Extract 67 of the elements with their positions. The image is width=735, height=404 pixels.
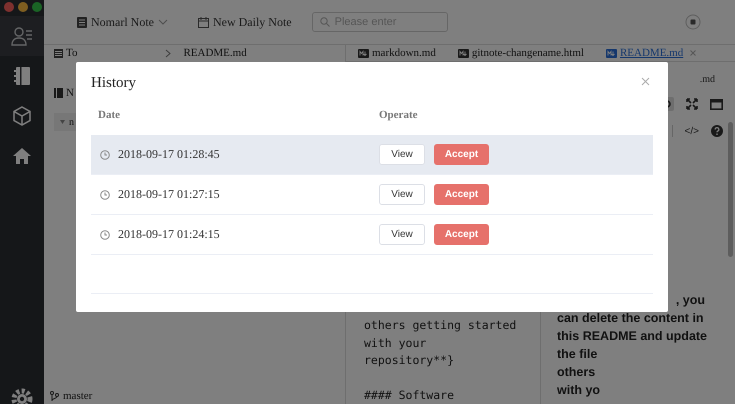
search-icon [320,17,330,27]
accept-button[interactable]: Accept [434,184,489,205]
window-icon[interactable] [710,98,723,110]
file-icon [358,48,369,58]
list-icon [54,48,63,58]
accept-button[interactable]: Accept [434,224,489,245]
settings-icon[interactable] [11,388,33,404]
todo-crumb[interactable]: To [54,47,78,59]
history-row[interactable]: 2018-09-17 01:28:45 View Accept [91,135,653,175]
code-line: others getting started [364,318,516,332]
close-window-icon[interactable] [4,2,14,12]
code-view-button[interactable]: </> [684,126,699,136]
cube-icon[interactable] [12,106,32,126]
calendar-icon [198,16,209,28]
contacts-icon[interactable] [11,25,33,47]
notebook-icon [54,88,63,98]
caret-icon [60,120,65,124]
note-icon [77,16,87,28]
minimize-window-icon[interactable] [18,2,28,12]
dialog-title: History [91,75,136,93]
preview-text: , you [676,293,705,307]
preview-text: with yo [557,383,600,397]
scrollbar[interactable] [728,122,733,257]
help-icon[interactable] [711,125,723,137]
file-extension-label: .md [700,74,715,85]
code-line: repository**} [364,353,454,367]
clock-icon [100,150,110,160]
stop-icon[interactable] [685,14,701,30]
file-icon [606,48,617,58]
file-tab[interactable]: gitnote-changename.html [458,47,584,59]
preview-text: can delete the content in [557,311,704,325]
preview-text: others [557,365,596,379]
branch-name[interactable]: master [63,390,92,402]
preview-text: the file [557,347,598,361]
close-icon[interactable] [641,77,650,86]
zoom-window-icon[interactable] [32,2,42,12]
notebook-picker[interactable]: Nomarl Note [77,14,168,30]
home-icon[interactable] [12,147,32,165]
new-daily-note-button[interactable]: New Daily Note [198,14,292,30]
date-cell: 2018-09-17 01:24:15 [118,227,220,242]
branch-icon [50,390,59,400]
accept-button[interactable]: Accept [434,144,489,165]
file-tab[interactable]: README.md [606,47,696,59]
history-row[interactable]: 2018-09-17 01:24:15 View Accept [91,215,653,255]
notebook-item[interactable]: N [66,87,74,99]
history-row[interactable]: 2018-09-17 01:27:15 View Accept [91,175,653,215]
notebook-icon[interactable] [13,66,31,86]
tree-item: n [69,116,74,128]
chevron-icon [165,48,172,58]
preview-text: this README and update [557,329,708,343]
view-button[interactable]: View [379,224,425,245]
notebook-name: Nomarl Note [91,14,154,30]
view-button[interactable]: View [379,184,425,205]
column-header: Operate [379,109,418,121]
date-cell: 2018-09-17 01:27:15 [118,187,220,202]
fullscreen-icon[interactable] [686,98,698,110]
code-line: #### Software [364,388,454,402]
clock-icon [100,190,110,200]
date-cell: 2018-09-17 01:28:45 [118,147,220,162]
file-icon [458,48,469,58]
file-tab[interactable]: markdown.md [358,47,436,59]
file-crumb[interactable]: README.md [183,47,247,59]
clock-icon [100,230,110,240]
view-button[interactable]: View [379,144,425,165]
code-line: with your [364,336,426,350]
caret-icon [158,19,168,25]
column-header: Date [97,109,121,121]
